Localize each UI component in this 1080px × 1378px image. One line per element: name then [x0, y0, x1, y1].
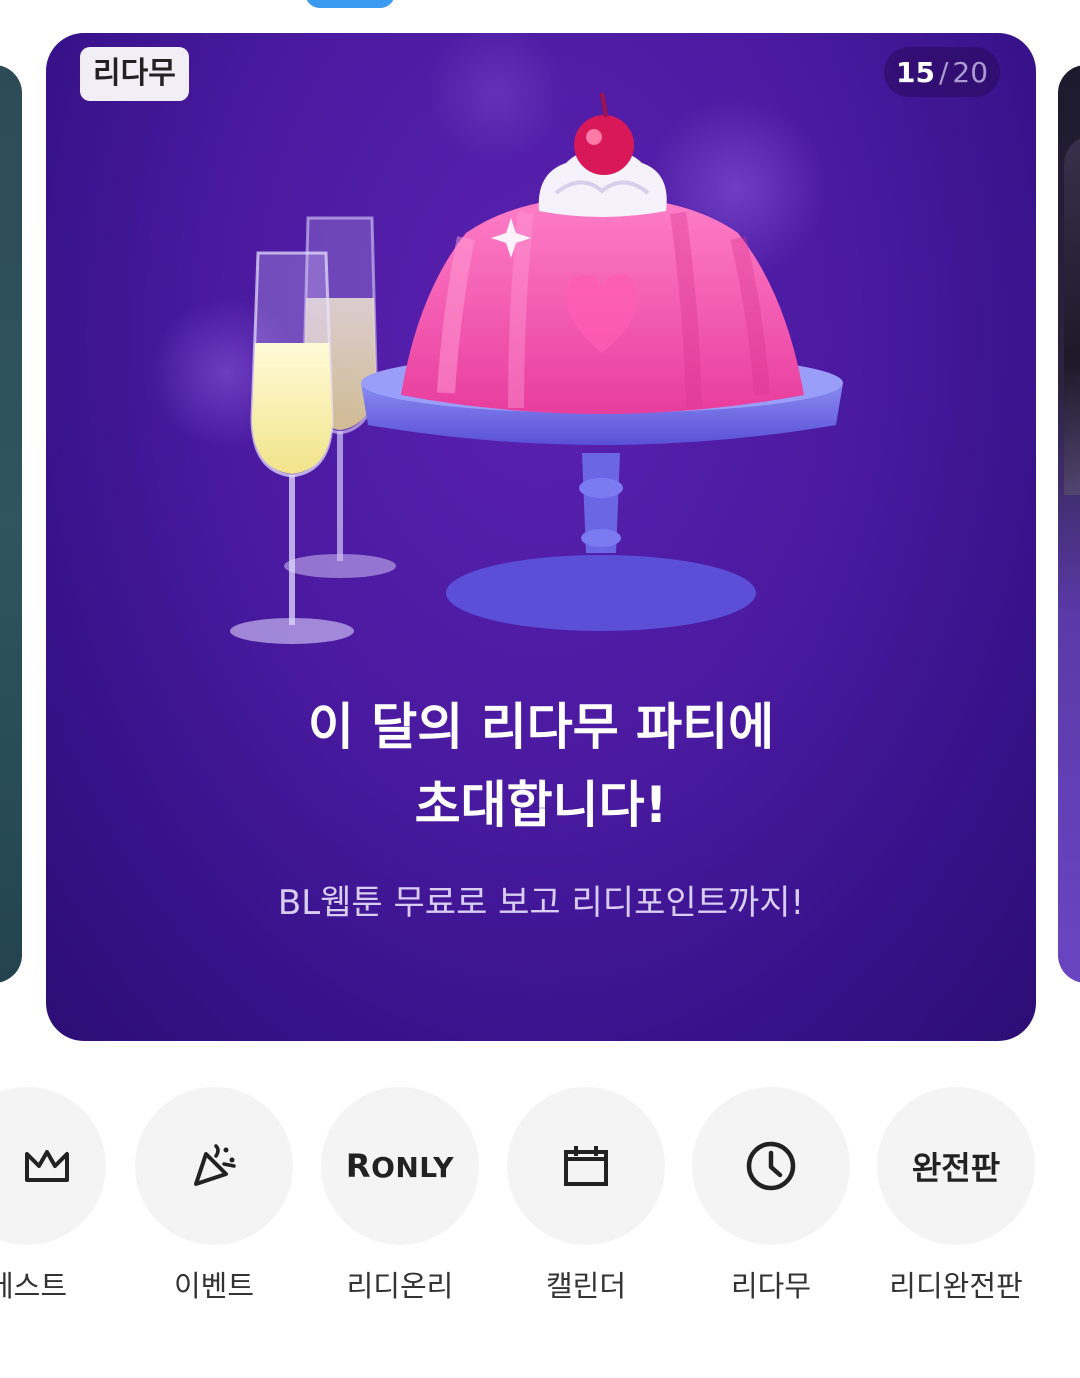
banner-category-badge: 리다무: [80, 47, 189, 101]
banner-headline: 이 달의 리다무 파티에 초대합니다!: [46, 688, 1036, 844]
party-popper-icon: [194, 1144, 236, 1186]
r-only-logo-r: R: [345, 1147, 372, 1185]
next-banner-card[interactable]: [1058, 65, 1080, 983]
shortcut-menu: 베스트 이벤트 RONLY 리디온리 캘린더 리다무 완전판 리디완전판: [0, 1087, 1080, 1317]
top-indicator: [305, 0, 395, 8]
banner-page-counter: 15 / 20: [884, 47, 1000, 97]
shortcut-ridamu-circle[interactable]: [692, 1087, 850, 1245]
shortcut-event[interactable]: 이벤트: [135, 1087, 293, 1303]
banner-subtitle: BL웹툰 무료로 보고 리디포인트까지!: [277, 883, 805, 923]
r-only-logo-only: ONLY: [371, 1151, 455, 1184]
calendar-icon: [564, 1146, 608, 1186]
counter-separator: /: [938, 55, 949, 89]
shortcut-ridi-only-circle[interactable]: RONLY: [321, 1087, 479, 1245]
shortcut-ridi-complete[interactable]: 완전판 리디완전판: [877, 1087, 1035, 1303]
counter-total: 20: [952, 55, 989, 89]
previous-banner-card[interactable]: [0, 65, 22, 983]
shortcut-best[interactable]: 베스트: [0, 1087, 106, 1303]
glow-bubble: [426, 33, 566, 163]
wanjeonpan-text-icon: 완전판: [911, 1149, 1001, 1187]
clock-icon: [746, 1141, 796, 1191]
headline-line-2: 초대합니다!: [414, 776, 668, 834]
shortcut-ridamu[interactable]: 리다무: [692, 1087, 850, 1303]
shortcut-ridi-complete-circle[interactable]: 완전판: [877, 1087, 1035, 1245]
r-only-logo: RONLY: [346, 1147, 454, 1185]
counter-current: 15: [895, 55, 935, 89]
shortcut-ridi-only[interactable]: RONLY 리디온리: [321, 1087, 479, 1303]
shortcut-calendar[interactable]: 캘린더: [507, 1087, 665, 1303]
jelly-party-illustration: [151, 33, 843, 644]
headline-line-1: 이 달의 리다무 파티에: [307, 698, 775, 756]
shortcut-calendar-circle[interactable]: [507, 1087, 665, 1245]
crown-icon: [25, 1150, 69, 1182]
next-banner-art: [1064, 135, 1080, 495]
shortcut-best-circle[interactable]: [0, 1087, 106, 1245]
event-banner[interactable]: 리다무 15 / 20 이 달의 리다무 파티에 초대합니다! BL웹툰 무료로…: [46, 33, 1036, 1041]
shortcut-event-circle[interactable]: [135, 1087, 293, 1245]
shortcut-ridi-complete-label: 리디완전판: [889, 1269, 1023, 1303]
